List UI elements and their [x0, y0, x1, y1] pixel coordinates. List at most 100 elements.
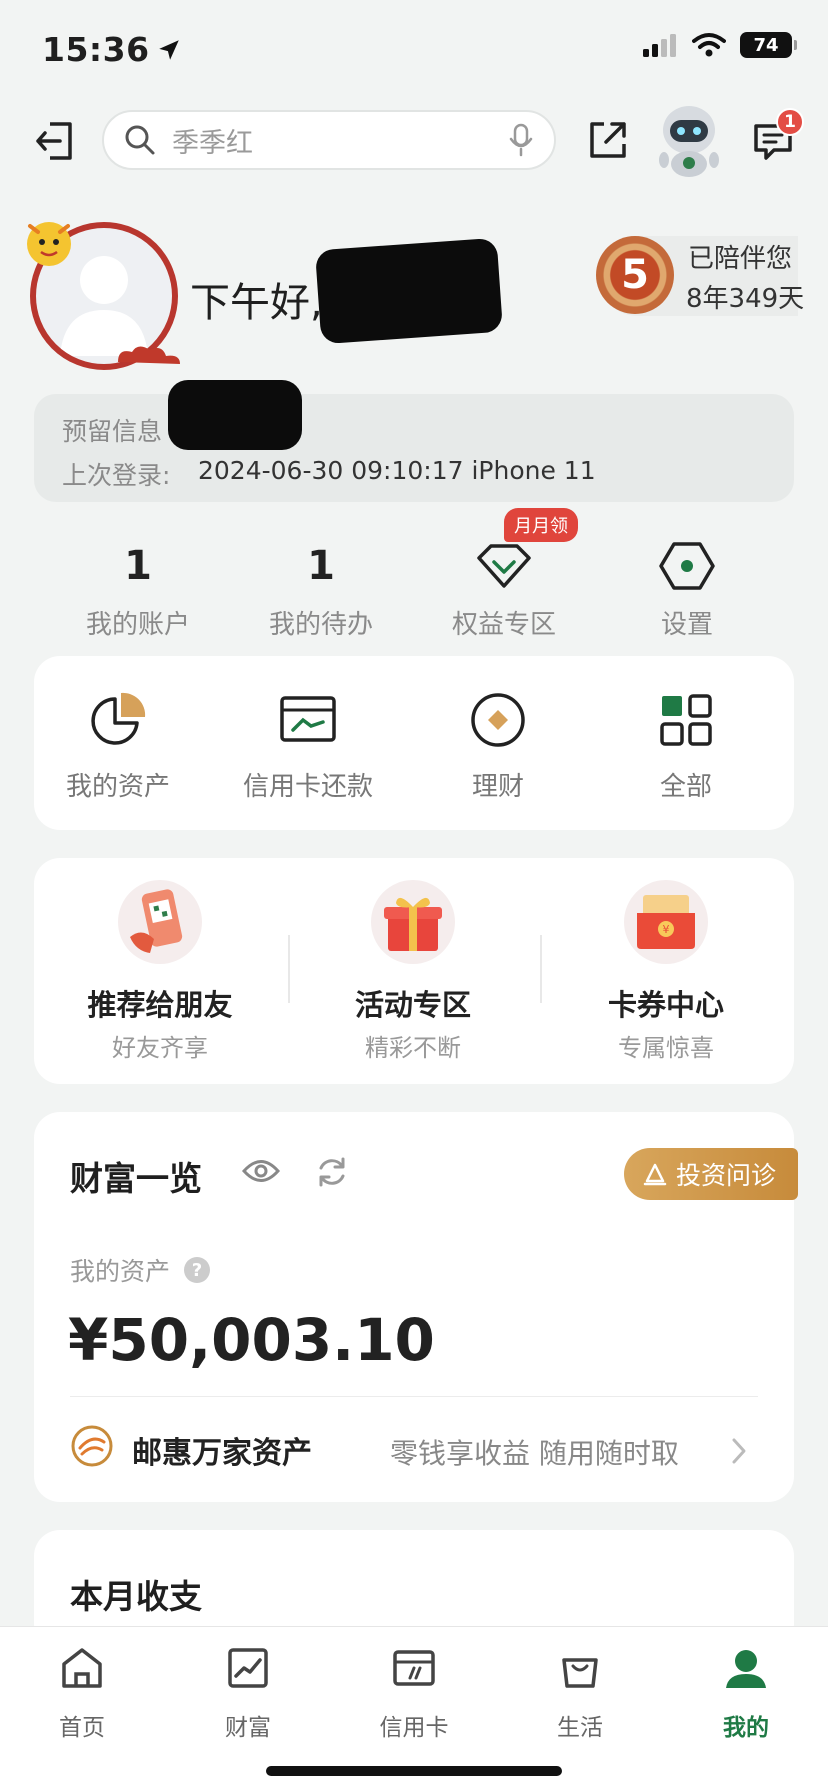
profile-icon	[726, 1650, 766, 1688]
help-icon[interactable]: ?	[184, 1257, 211, 1283]
investment-consult-button[interactable]: 投资问诊	[623, 1148, 798, 1200]
nav-mine[interactable]: 我的	[686, 1640, 806, 1742]
red-envelope-icon: ¥	[637, 895, 695, 949]
promo-divider	[540, 935, 542, 1003]
last-login-value: 2024-06-30 09:10:17 iPhone 11	[198, 456, 596, 485]
function-label: 理财	[471, 772, 524, 802]
mascot-decoration	[20, 214, 78, 274]
home-icon	[62, 1648, 102, 1688]
promo-subtitle: 专属惊喜	[618, 1034, 714, 1062]
cloud-ornament-icon	[118, 346, 180, 364]
assistant-robot[interactable]	[656, 102, 722, 182]
divider	[70, 1396, 758, 1397]
shopping-bag-icon	[562, 1658, 598, 1688]
benefits-label: 权益专区	[451, 610, 556, 640]
monthly-claim-badge: 月月领	[504, 508, 578, 542]
search-icon	[125, 125, 155, 155]
svg-text:¥: ¥	[663, 923, 670, 936]
status-icons: 74	[642, 32, 797, 58]
cloud-decoration	[114, 340, 184, 372]
function-label: 信用卡还款	[242, 772, 373, 802]
nav-home[interactable]: 首页	[22, 1640, 142, 1742]
todos-label: 我的待办	[268, 610, 373, 640]
promo-title: 活动专区	[354, 988, 471, 1022]
signal-icon	[643, 34, 676, 57]
phone-qr-icon	[130, 889, 183, 953]
search-placeholder: 季季红	[172, 127, 253, 159]
redacted-reserved-info	[168, 380, 302, 450]
wealth-title: 财富一览	[70, 1159, 202, 1198]
promo-coupon-center[interactable]: ¥ 卡券中心 专属惊喜	[556, 880, 776, 1063]
battery-indicator: 74	[740, 32, 797, 58]
card-payment-icon	[280, 696, 336, 742]
greeting-text: 下午好,	[190, 280, 323, 326]
function-label: 我的资产	[65, 772, 170, 802]
asset-amount: ¥50,003.10	[68, 1306, 435, 1374]
monthly-title: 本月收支	[70, 1577, 202, 1616]
eye-icon	[241, 1160, 281, 1182]
product-logo	[70, 1424, 114, 1472]
promo-divider	[288, 935, 290, 1003]
settings-hexagon-icon	[659, 542, 715, 590]
nav-label: 首页	[59, 1715, 105, 1741]
function-credit-repay[interactable]: 信用卡还款	[218, 690, 398, 803]
last-login-label: 上次登录:	[62, 461, 171, 490]
my-accounts[interactable]: 1 我的账户	[58, 540, 218, 641]
nav-label: 财富	[225, 1715, 271, 1741]
my-assets-label: 我的资产 ?	[70, 1252, 211, 1288]
companion-line2: 8年349天	[686, 284, 805, 314]
promo-title: 卡券中心	[607, 988, 724, 1022]
benefits-zone[interactable]: 权益专区	[424, 540, 584, 641]
microphone-icon[interactable]	[508, 123, 534, 157]
nav-label: 我的	[723, 1715, 769, 1741]
toggle-visibility-button[interactable]	[241, 1156, 281, 1190]
promo-recommend-friends[interactable]: 推荐给朋友 好友齐享	[50, 880, 270, 1063]
expand-icon	[590, 122, 626, 158]
grid-icon	[660, 694, 712, 746]
refresh-icon	[319, 1157, 345, 1187]
mascot-icon	[27, 222, 71, 266]
function-all[interactable]: 全部	[596, 690, 776, 803]
redacted-name	[314, 237, 504, 345]
status-time: 15:36	[42, 30, 182, 69]
home-indicator	[266, 1766, 562, 1776]
companion-medal: 5	[596, 236, 674, 314]
gift-box-icon	[384, 897, 442, 951]
diamond-icon	[477, 544, 531, 588]
youhui-logo-icon	[71, 1425, 113, 1467]
accounts-count: 1	[124, 543, 152, 589]
message-badge: 1	[776, 108, 804, 136]
search-bar[interactable]: 季季红	[102, 110, 556, 170]
chevron-right-icon[interactable]	[730, 1436, 748, 1470]
finance-icon	[471, 693, 525, 747]
exit-button[interactable]	[34, 120, 76, 166]
function-finance[interactable]: 理财	[408, 690, 588, 803]
product-description[interactable]: 零钱享收益 随用随时取	[390, 1432, 679, 1472]
credit-card-icon	[393, 1650, 435, 1686]
location-arrow-icon	[158, 39, 179, 60]
trend-chart-icon	[228, 1648, 268, 1688]
my-todos[interactable]: 1 我的待办	[241, 540, 401, 641]
nav-label: 生活	[557, 1715, 603, 1741]
promo-activities[interactable]: 活动专区 精彩不断	[303, 880, 523, 1063]
accounts-label: 我的账户	[85, 610, 190, 640]
nav-wealth[interactable]: 财富	[188, 1640, 308, 1742]
nav-label: 信用卡	[379, 1715, 449, 1741]
product-name[interactable]: 邮惠万家资产	[132, 1428, 312, 1472]
wifi-icon	[692, 33, 726, 57]
nav-credit-card[interactable]: 信用卡	[354, 1640, 474, 1742]
exit-icon	[36, 122, 72, 160]
promo-subtitle: 好友齐享	[112, 1034, 208, 1062]
companion-line1: 已陪伴您	[688, 244, 793, 274]
alert-bell-icon	[643, 1163, 667, 1186]
settings-label: 设置	[660, 610, 713, 640]
settings[interactable]: 设置	[607, 540, 767, 641]
promo-subtitle: 精彩不断	[365, 1034, 461, 1062]
pie-chart-icon	[91, 692, 146, 745]
robot-icon	[659, 106, 719, 177]
expand-button[interactable]	[588, 120, 628, 164]
function-label: 全部	[659, 772, 712, 802]
function-my-assets[interactable]: 我的资产	[28, 690, 208, 803]
refresh-button[interactable]	[316, 1156, 348, 1192]
nav-life[interactable]: 生活	[520, 1640, 640, 1742]
